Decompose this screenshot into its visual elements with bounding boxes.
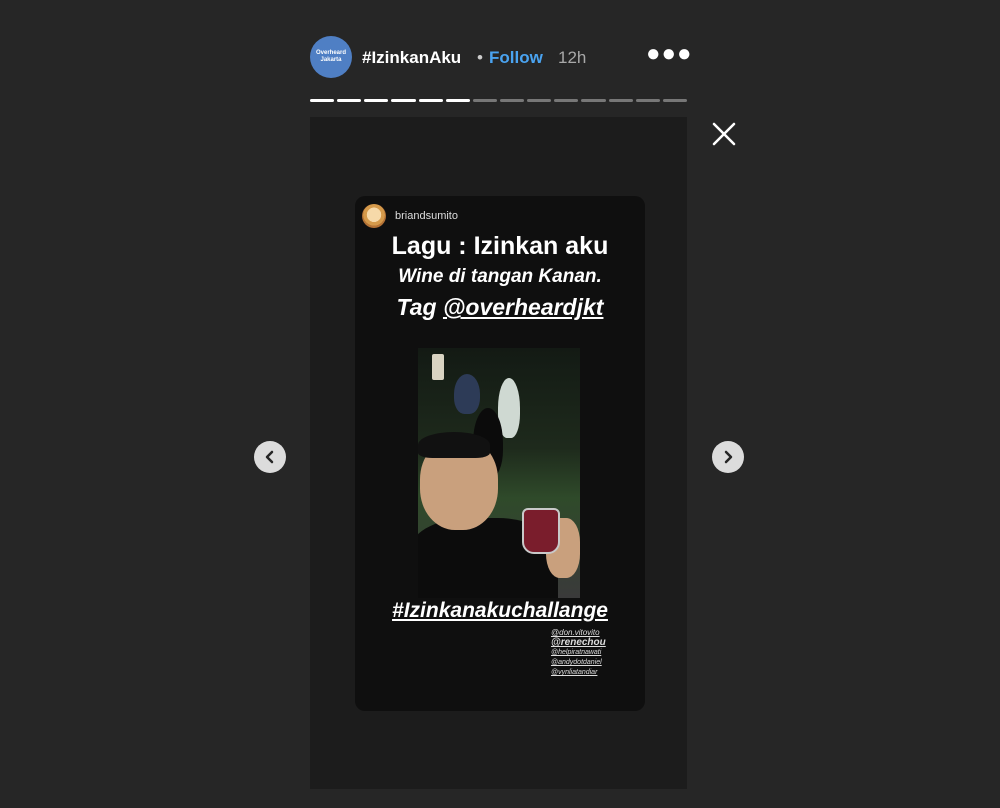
progress-segment — [608, 99, 633, 102]
next-story-button[interactable] — [712, 441, 744, 473]
reposted-story-card: briandsumito Lagu : Izinkan aku Wine di … — [355, 196, 645, 711]
caption-mention[interactable]: @overheardjkt — [443, 294, 603, 320]
progress-segment — [418, 99, 443, 102]
caption-line-3: Tag @overheardjkt — [355, 294, 645, 321]
progress-segment — [337, 99, 362, 102]
progress-segment — [581, 99, 606, 102]
progress-segment — [364, 99, 389, 102]
progress-segment — [472, 99, 497, 102]
tagged-user[interactable]: @helpiratnawati — [551, 648, 606, 658]
caption-tag-prefix: Tag — [396, 294, 443, 320]
wine-glass — [522, 508, 560, 554]
avatar-text-line1: Overheard — [315, 50, 346, 56]
follow-button[interactable]: Follow — [489, 48, 543, 68]
tagged-user[interactable]: @renechou — [551, 638, 606, 648]
chevron-right-icon — [724, 450, 733, 464]
chevron-left-icon — [265, 450, 274, 464]
progress-segment — [527, 99, 552, 102]
separator-dot: • — [477, 48, 483, 67]
selfie-photo — [418, 348, 580, 598]
avatar-text-line2: Jakarta — [320, 57, 342, 63]
challenge-hashtag[interactable]: #Izinkanakuchallange — [355, 599, 645, 623]
close-icon[interactable] — [708, 118, 740, 150]
background-person — [454, 374, 480, 414]
author-username: briandsumito — [395, 210, 458, 222]
caption-line-1: Lagu : Izinkan aku — [391, 232, 609, 260]
progress-segment — [499, 99, 525, 102]
account-username[interactable]: #IzinkanAku — [362, 48, 461, 68]
progress-segment — [554, 99, 579, 102]
story-header: Overheard Jakarta #IzinkanAku • Follow 1… — [310, 36, 692, 80]
caption-line-2: Wine di tangan Kanan. — [398, 266, 602, 287]
author-avatar — [362, 204, 386, 228]
progress-segment — [662, 99, 687, 102]
more-dots-icon[interactable]: ●●● — [646, 40, 693, 68]
tagged-users: @don.vitovito @renechou @helpiratnawati … — [551, 628, 606, 678]
hair — [418, 432, 490, 458]
account-avatar[interactable]: Overheard Jakarta — [310, 36, 352, 78]
lamp — [432, 354, 444, 380]
previous-story-button[interactable] — [254, 441, 286, 473]
progress-segment — [635, 99, 660, 102]
tagged-user[interactable]: @vynliatandiar — [551, 668, 606, 678]
progress-segment — [310, 99, 335, 102]
tagged-user[interactable]: @andydotdaniel — [551, 658, 606, 668]
story-progress-bar — [310, 99, 687, 102]
post-time: 12h — [558, 48, 587, 67]
progress-segment — [391, 99, 416, 102]
progress-segment — [445, 99, 470, 102]
story-viewer[interactable]: briandsumito Lagu : Izinkan aku Wine di … — [310, 117, 687, 789]
